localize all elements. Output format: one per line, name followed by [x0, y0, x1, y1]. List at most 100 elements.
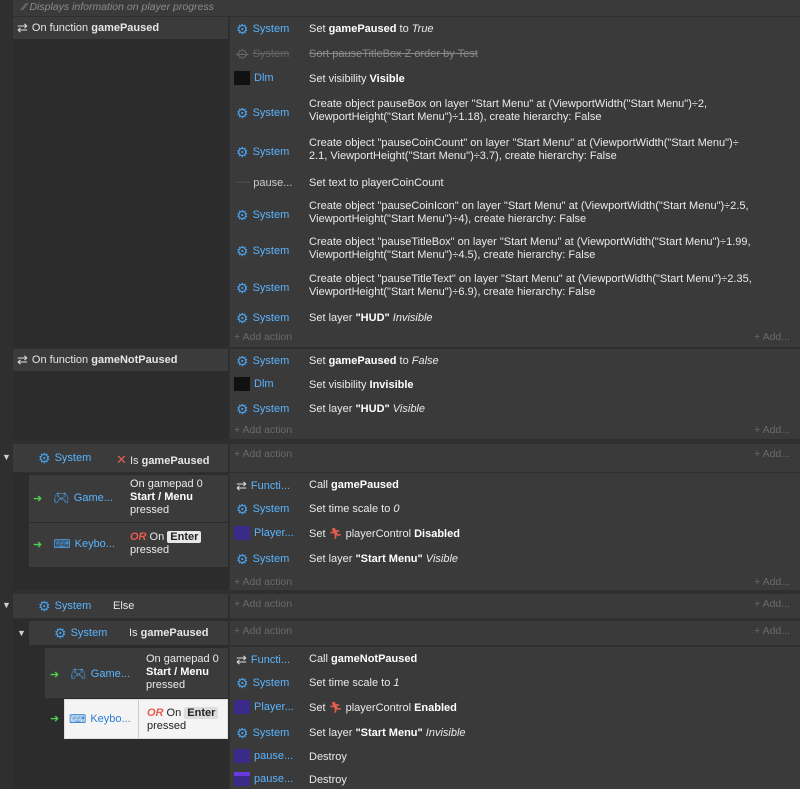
condition-text[interactable]: On gamepad 0 Start / Menu pressed [130, 478, 203, 517]
action-row[interactable]: Dlm Set visibility Visible [230, 67, 800, 91]
action-text[interactable]: Create object "pauseTitleBox" on layer "… [309, 236, 789, 262]
action-text[interactable]: Set 🏃︎ playerControl Enabled [309, 702, 457, 715]
else-label[interactable]: Else [113, 600, 134, 612]
action-row[interactable]: ⚙ System Set layer "HUD" Visible [230, 397, 800, 421]
condition-text[interactable]: ✕ Is gamePaused [116, 452, 209, 468]
collapse-triangle-icon[interactable]: ▼ [2, 600, 11, 610]
action-object[interactable]: ⚙ System [236, 402, 289, 416]
condition-object[interactable]: ➜ 🎮︎ Game... [50, 666, 130, 682]
action-text[interactable]: Set layer "HUD" Visible [309, 403, 425, 416]
action-object[interactable]: ⚙ System [236, 22, 289, 36]
action-object[interactable]: Dlm [234, 377, 274, 391]
condition-object[interactable]: ➜ ⌨ Keybo... [33, 537, 115, 551]
condition-text[interactable]: On gamepad 0 Start / Menu pressed [146, 653, 219, 692]
event-gamepaused-condition[interactable]: ⇄ On function gamePaused [13, 17, 228, 39]
condition-text[interactable]: Is gamePaused [129, 627, 209, 639]
action-row[interactable]: ⚙ System Set layer "Start Menu" Visible [230, 547, 800, 571]
action-text[interactable]: Set gamePaused to True [309, 23, 434, 36]
action-row[interactable]: ⇄ Functi... Call gamePaused [230, 473, 800, 497]
subevent-keyboard-condition[interactable]: ➜ ⌨ Keybo... OR On Enter pressed [29, 523, 228, 567]
action-object[interactable]: ⇄ Functi... [236, 652, 290, 668]
inner-ispaused-condition[interactable]: ⚙ System Is gamePaused [29, 621, 228, 645]
action-row[interactable]: Dlm Set visibility Invisible [230, 373, 800, 397]
action-row[interactable]: ⚙ System Create object pauseBox on layer … [230, 95, 800, 131]
action-text[interactable]: Set gamePaused to False [309, 355, 439, 368]
subevent-gamepad-condition[interactable]: ➜ 🎮︎ Game... On gamepad 0 Start / Menu pres… [29, 475, 228, 522]
action-text[interactable]: Set layer "Start Menu" Invisible [309, 727, 466, 740]
inner-gamepad-condition[interactable]: ➜ 🎮︎ Game... On gamepad 0 Start / Menu pres… [45, 648, 228, 698]
action-row[interactable]: ⚙ System Set gamePaused to False [230, 349, 800, 373]
event-comment[interactable]: ⁄⁄ Displays information on player progre… [13, 0, 800, 16]
action-text[interactable]: Create object "pauseCoinIcon" on layer "… [309, 200, 789, 226]
action-object[interactable]: Dlm [234, 71, 274, 85]
event-else-condition[interactable]: ⚙ System Else [13, 594, 228, 618]
add-action-button[interactable]: + Add action [234, 331, 292, 343]
add-more-button[interactable]: + Add... [754, 625, 790, 637]
action-object[interactable]: ⚙ System [236, 726, 289, 740]
action-text[interactable]: Destroy [309, 774, 347, 787]
action-text[interactable]: Set text to playerCoinCount [309, 177, 444, 190]
action-row[interactable]: ⚙ System Set gamePaused to True [230, 17, 800, 41]
collapse-triangle-icon[interactable]: ▼ [2, 452, 11, 462]
event-gamepaused-condition-block[interactable] [13, 17, 228, 347]
action-text[interactable]: Destroy [309, 751, 347, 764]
add-more-button[interactable]: + Add... [754, 576, 790, 588]
action-row[interactable]: ⚙ System Set layer "Start Menu" Invisible [230, 721, 800, 745]
condition-text[interactable]: OR On Enter pressed [147, 707, 219, 733]
action-text[interactable]: Set 🏃︎ playerControl Disabled [309, 528, 460, 541]
action-object[interactable]: ⚙ System [236, 47, 289, 61]
add-more-button[interactable]: + Add... [754, 331, 790, 343]
action-row[interactable]: Player... Set 🏃︎ playerControl Disabled [230, 522, 800, 546]
action-object[interactable]: ⚙ System [236, 502, 289, 516]
action-row[interactable]: ⚙ System Create object "pauseTitleText" o… [230, 270, 800, 306]
action-text[interactable]: Set visibility Visible [309, 73, 405, 86]
action-row[interactable]: Player... Set 🏃︎ playerControl Enabled [230, 696, 800, 720]
action-text[interactable]: Sort pauseTitleBox Z order by Test [309, 48, 478, 61]
event-ispaused-condition[interactable]: ⚙ System ✕ Is gamePaused [13, 444, 228, 472]
action-text[interactable]: Set time scale to 0 [309, 503, 400, 516]
collapse-triangle-icon[interactable]: ▼ [17, 628, 26, 638]
action-object[interactable]: ⚙ System [236, 208, 289, 222]
action-text[interactable]: Set visibility Invisible [309, 379, 414, 392]
add-action-button[interactable]: + Add action [234, 424, 292, 436]
action-object[interactable]: ⚙ System [236, 145, 289, 159]
condition-object[interactable]: ⚙ System [38, 599, 91, 613]
action-row[interactable]: ┈┈ pause... Set text to playerCoinCount [230, 172, 800, 194]
action-object[interactable]: ⇄ Functi... [236, 478, 290, 494]
action-text[interactable]: Create object pauseBox on layer "Start M… [309, 98, 789, 124]
action-text[interactable]: Create object "pauseTitleText" on layer … [309, 273, 789, 299]
add-more-button[interactable]: + Add... [754, 598, 790, 610]
action-object[interactable]: Player... [234, 700, 294, 714]
condition-object[interactable]: ⚙ System [54, 626, 107, 640]
event-gamenotpaused-condition[interactable]: ⇄ On function gameNotPaused [13, 349, 228, 371]
action-text[interactable]: Create object "pauseCoinCount" on layer … [309, 137, 789, 163]
action-row[interactable]: ⚙ System Set layer "HUD" Invisible [230, 307, 800, 329]
action-text[interactable]: Call gamePaused [309, 479, 399, 492]
action-text[interactable]: Set time scale to 1 [309, 677, 400, 690]
action-object[interactable]: ⚙ System [236, 281, 289, 295]
action-row[interactable]: pause... Destroy [230, 769, 800, 789]
condition-text[interactable]: OR On Enter pressed [130, 531, 202, 557]
action-text[interactable]: Call gameNotPaused [309, 653, 417, 666]
action-object[interactable]: pause... [234, 749, 293, 763]
action-object[interactable]: ┈┈ pause... [236, 176, 292, 190]
action-row[interactable]: ⚙ System Create object "pauseCoinCount" o… [230, 134, 800, 170]
action-row[interactable]: ⚙ System Set time scale to 0 [230, 497, 800, 521]
condition-object[interactable]: ⚙ System [38, 451, 91, 465]
action-text[interactable]: Set layer "Start Menu" Visible [309, 553, 458, 566]
action-row[interactable]: pause... Destroy [230, 746, 800, 768]
add-action-button[interactable]: + Add action [234, 576, 292, 588]
action-object[interactable]: ⚙ System [236, 311, 289, 325]
action-object[interactable]: Player... [234, 526, 294, 540]
action-object[interactable]: ⚙ System [236, 354, 289, 368]
condition-object[interactable]: ⌨ Keybo... [69, 712, 131, 726]
action-object[interactable]: ⚙ System [236, 244, 289, 258]
add-action-button[interactable]: + Add action [234, 448, 292, 460]
action-object[interactable]: ⚙ System [236, 552, 289, 566]
add-action-button[interactable]: + Add action [234, 598, 292, 610]
inner-keyboard-condition-selected[interactable]: ⌨ Keybo... OR On Enter pressed [64, 699, 228, 739]
add-action-button[interactable]: + Add action [234, 625, 292, 637]
action-row[interactable]: ⇄ Functi... Call gameNotPaused [230, 647, 800, 671]
condition-object[interactable]: ➜ 🎮︎ Game... [33, 490, 113, 506]
action-row-disabled[interactable]: ⚙ System Sort pauseTitleBox Z order by Te… [230, 42, 800, 66]
